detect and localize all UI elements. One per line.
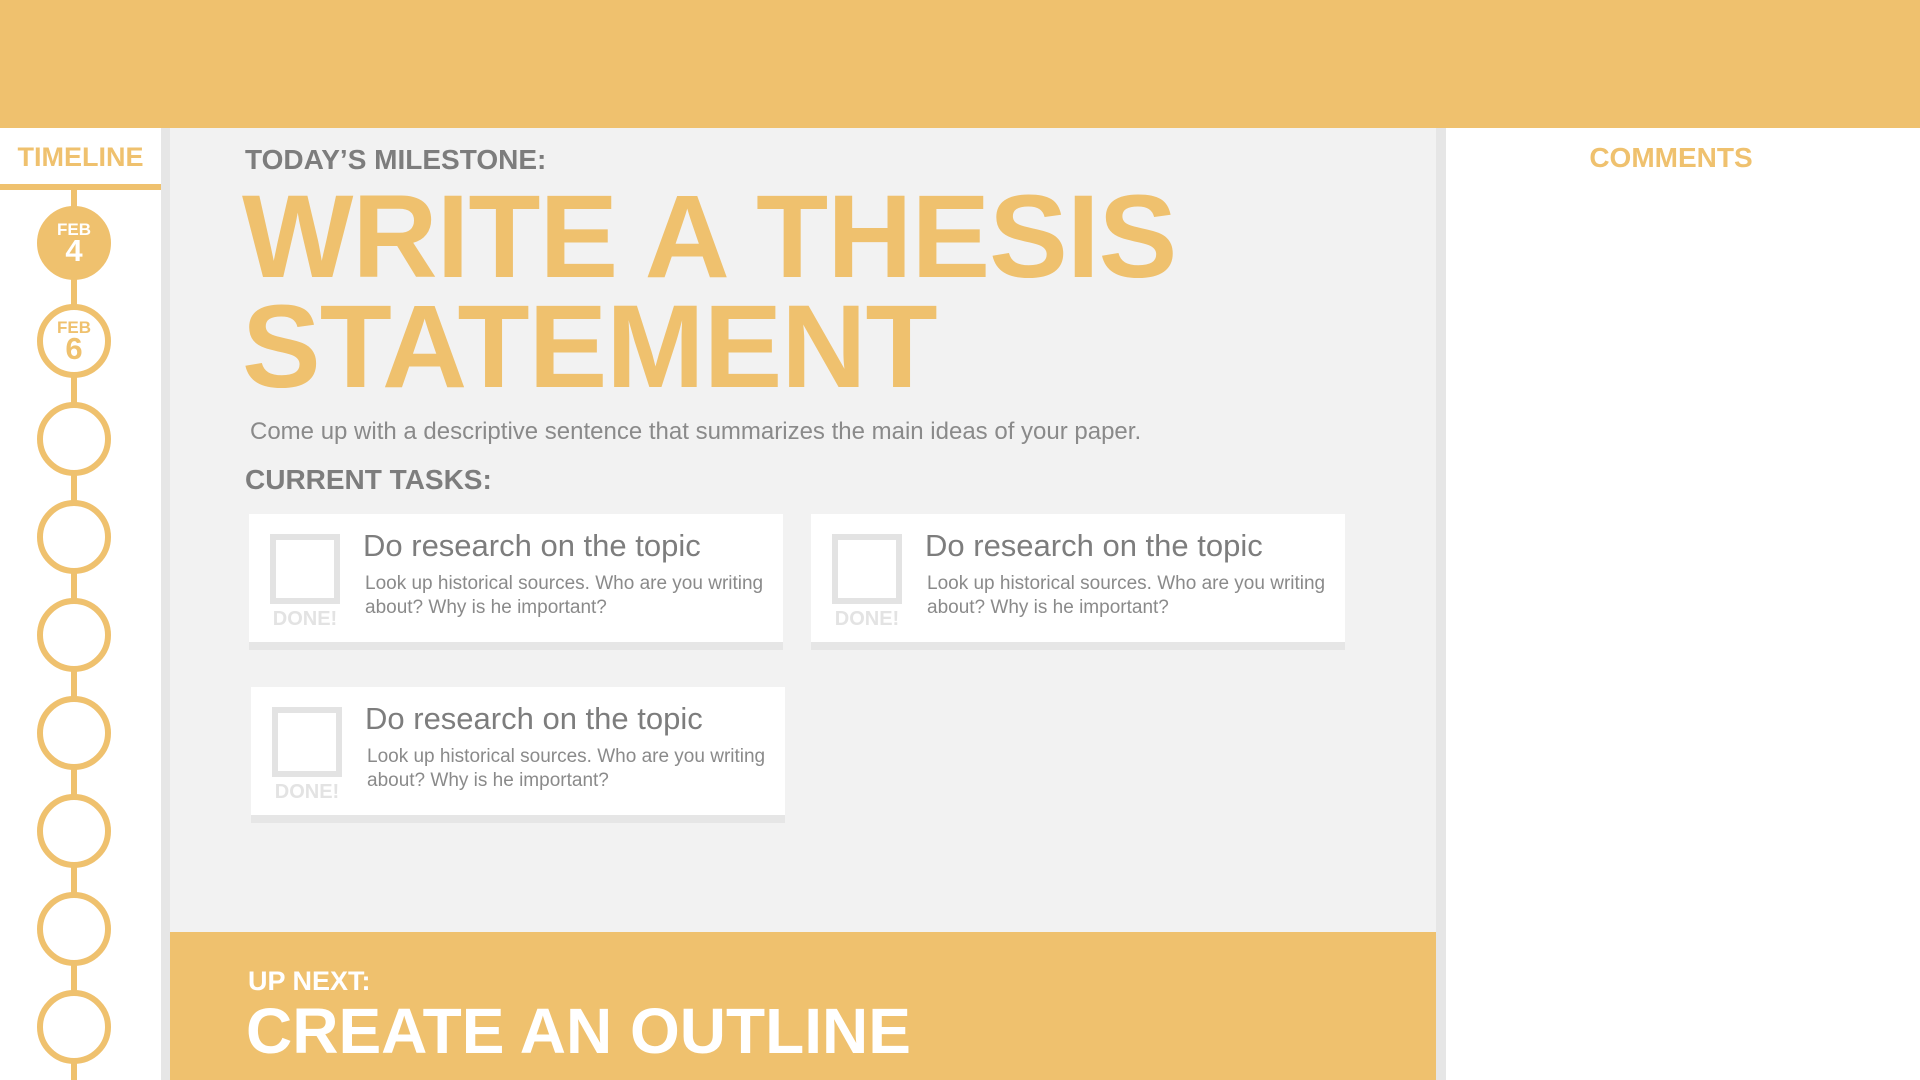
timeline-node-day: 4 (65, 233, 83, 268)
timeline-node-empty[interactable] (37, 696, 111, 770)
header-bar (0, 0, 1920, 128)
timeline-node-empty[interactable] (37, 892, 111, 966)
task-done-label: DONE! (834, 608, 900, 630)
task-description: Look up historical sources. Who are you … (365, 573, 764, 618)
task-card: DONE! Do research on the topic Look up h… (811, 514, 1345, 650)
task-checkbox[interactable] (272, 707, 342, 777)
task-done-label: DONE! (272, 608, 338, 630)
task-description: Look up historical sources. Who are you … (367, 746, 766, 791)
milestone-title-line1: WRITE A THESIS (242, 171, 1177, 303)
timeline-node-feb-6[interactable]: FEB 6 (37, 304, 111, 378)
timeline-title: TIMELINE (17, 142, 144, 172)
task-card: DONE! Do research on the topic Look up h… (249, 514, 783, 650)
comments-panel: COMMENTS (1446, 128, 1920, 1080)
task-title: Do research on the topic (365, 701, 703, 736)
timeline-node-empty[interactable] (37, 598, 111, 672)
milestone-title-line2: STATEMENT (242, 281, 938, 413)
task-checkbox[interactable] (270, 534, 340, 604)
milestone-panel: TODAY’S MILESTONE: WRITE A THESIS STATEM… (170, 128, 1436, 1080)
timeline-node-day: 6 (65, 331, 83, 366)
milestone-description: Come up with a descriptive sentence that… (250, 418, 1142, 445)
up-next-banner[interactable]: UP NEXT: CREATE AN OUTLINE (170, 932, 1436, 1080)
timeline-divider (0, 184, 161, 190)
task-title: Do research on the topic (925, 528, 1263, 563)
task-title: Do research on the topic (363, 528, 701, 563)
right-gutter (1436, 128, 1446, 1080)
timeline-node-feb-4[interactable]: FEB 4 (37, 206, 111, 280)
timeline-node-empty[interactable] (37, 402, 111, 476)
task-card: DONE! Do research on the topic Look up h… (251, 687, 785, 823)
timeline-node-empty[interactable] (37, 500, 111, 574)
timeline-node-empty[interactable] (37, 794, 111, 868)
timeline-node-empty[interactable] (37, 990, 111, 1064)
comments-title: COMMENTS (1589, 142, 1753, 173)
timeline-panel: TIMELINE FEB 4 FEB 6 (0, 128, 161, 1080)
tasks-label: CURRENT TASKS: (245, 464, 492, 495)
task-done-label: DONE! (274, 781, 340, 803)
up-next-title: CREATE AN OUTLINE (246, 995, 911, 1067)
milestone-title: WRITE A THESIS STATEMENT (242, 171, 1342, 413)
left-gutter (161, 128, 170, 1080)
task-description: Look up historical sources. Who are you … (927, 573, 1326, 618)
task-checkbox[interactable] (832, 534, 902, 604)
up-next-label: UP NEXT: (248, 966, 371, 996)
